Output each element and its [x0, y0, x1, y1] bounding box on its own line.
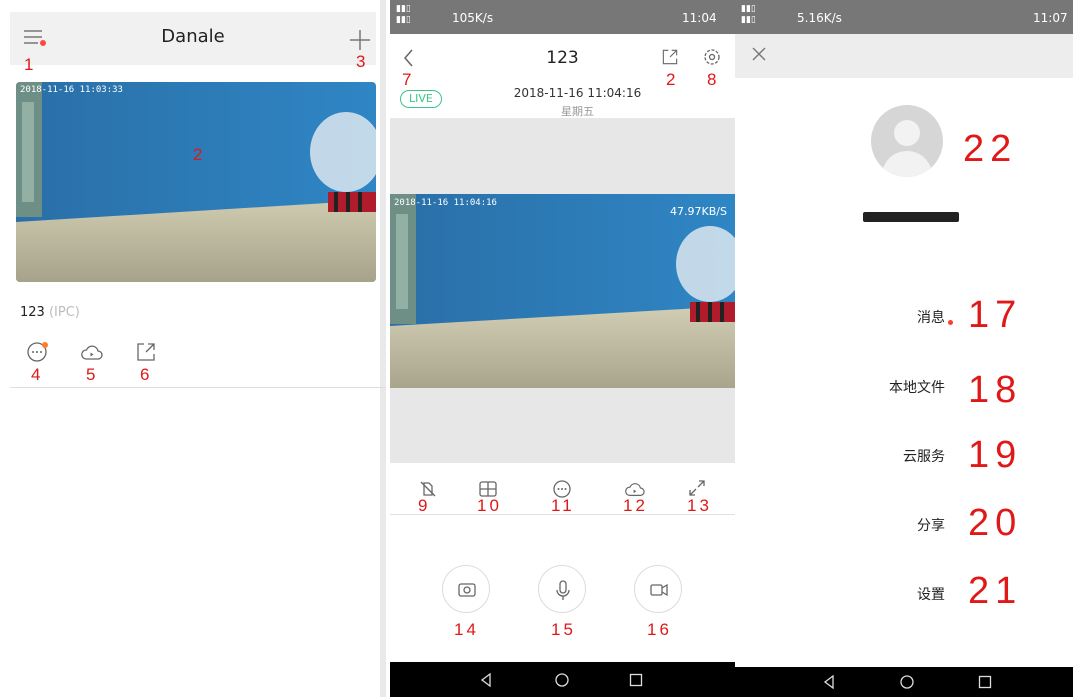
panel-separator	[380, 0, 386, 697]
android-nav-bar	[390, 662, 735, 697]
live-weekday: 星期五	[561, 105, 594, 118]
menu-settings[interactable]: 设置	[835, 584, 945, 604]
nav-back-icon[interactable]	[466, 662, 506, 697]
annotation-21: 21	[968, 570, 1023, 612]
message-icon[interactable]	[26, 340, 50, 364]
annotation-19: 19	[968, 434, 1023, 476]
live-video[interactable]: 2018-11-16 11:04:16	[390, 194, 735, 388]
device-type: (IPC)	[48, 305, 80, 320]
close-icon[interactable]	[749, 44, 769, 64]
status-time: 11:04	[682, 11, 717, 25]
app-title: Danale	[161, 26, 225, 47]
action-area	[390, 515, 735, 662]
annotation-8: 8	[707, 70, 717, 89]
drawer-header	[735, 34, 1073, 78]
annotation-14: 14	[454, 620, 479, 639]
nav-back-icon[interactable]	[809, 667, 849, 697]
settings-icon[interactable]	[702, 47, 722, 67]
live-view-screen: ▮▮▯ ▮▮▯ 105K/s 11:04 123 LIVE 2018-11-16 …	[390, 0, 735, 697]
cloud-icon[interactable]	[80, 340, 104, 364]
video-timestamp: 2018-11-16 11:04:16	[394, 198, 497, 208]
live-header: 123 LIVE 2018-11-16 11:04:16 星期五	[390, 34, 735, 118]
annotation-13: 13	[687, 496, 712, 515]
status-bar: ▮▮▯ ▮▮▯ 5.16K/s 11:07	[735, 0, 1073, 34]
talk-button[interactable]	[538, 565, 586, 613]
divider	[10, 387, 386, 388]
annotation-22: 22	[963, 128, 1018, 170]
android-nav-bar	[735, 667, 1073, 697]
status-bar: ▮▮▯ ▮▮▯ 105K/s 11:04	[390, 0, 735, 34]
menu-share[interactable]: 分享	[835, 515, 945, 535]
record-button[interactable]	[634, 565, 682, 613]
annotation-2b: 2	[666, 70, 676, 89]
nav-home-icon[interactable]	[542, 662, 582, 697]
network-speed: 5.16K/s	[797, 11, 842, 25]
menu-cloud-service[interactable]: 云服务	[835, 446, 945, 466]
bitrate: 47.97KB/S	[670, 205, 727, 218]
annotation-1: 1	[24, 55, 34, 74]
device-label: 123 (IPC)	[20, 305, 80, 320]
annotation-4: 4	[31, 365, 41, 384]
menu-local-files[interactable]: 本地文件	[835, 377, 945, 397]
share-icon[interactable]	[660, 47, 680, 67]
annotation-9: 9	[418, 496, 428, 515]
annotation-7: 7	[402, 70, 412, 89]
nav-recent-icon[interactable]	[965, 667, 1005, 697]
camera-title: 123	[546, 48, 579, 68]
annotation-16: 16	[647, 620, 672, 639]
annotation-2: 2	[193, 145, 203, 164]
annotation-6: 6	[140, 365, 150, 384]
carrier-icon: ▮▮▯ ▮▮▯	[396, 4, 411, 25]
share-icon[interactable]	[134, 340, 158, 364]
live-datetime: 2018-11-16 11:04:16	[513, 86, 642, 100]
fullscreen-icon[interactable]	[688, 479, 706, 497]
annotation-15: 15	[551, 620, 576, 639]
annotation-18: 18	[968, 369, 1023, 411]
menu-messages[interactable]: 消息	[835, 307, 945, 327]
live-badge: LIVE	[400, 90, 442, 108]
notification-dot	[948, 320, 953, 325]
annotation-11: 11	[551, 496, 575, 515]
annotation-12: 12	[623, 496, 648, 515]
annotation-5: 5	[86, 365, 96, 384]
plus-icon[interactable]	[350, 30, 370, 50]
nav-home-icon[interactable]	[887, 667, 927, 697]
video-timestamp: 2018-11-16 11:03:33	[20, 85, 123, 95]
device-name: 123	[20, 305, 45, 320]
home-screen: Danale 1 3 2018-11-16 11:03:33 2 123 (IP…	[0, 0, 386, 697]
network-speed: 105K/s	[452, 11, 494, 25]
annotation-20: 20	[968, 502, 1023, 544]
camera-preview[interactable]: 2018-11-16 11:03:33	[16, 82, 376, 282]
screenshot-collage: Danale 1 3 2018-11-16 11:03:33 2 123 (IP…	[0, 0, 1073, 697]
annotation-17: 17	[968, 294, 1023, 336]
user-account-redacted	[863, 212, 959, 222]
status-time: 11:07	[1033, 11, 1068, 25]
carrier-icon: ▮▮▯ ▮▮▯	[741, 4, 756, 25]
snapshot-button[interactable]	[442, 565, 490, 613]
annotation-3: 3	[356, 52, 366, 71]
annotation-10: 10	[477, 496, 502, 515]
avatar-icon[interactable]	[871, 105, 943, 177]
home-header: Danale	[10, 12, 376, 65]
nav-recent-icon[interactable]	[616, 662, 656, 697]
drawer-screen: ▮▮▯ ▮▮▯ 5.16K/s 11:07 22 消息 本地文件 云服务 分享 设…	[735, 0, 1073, 697]
